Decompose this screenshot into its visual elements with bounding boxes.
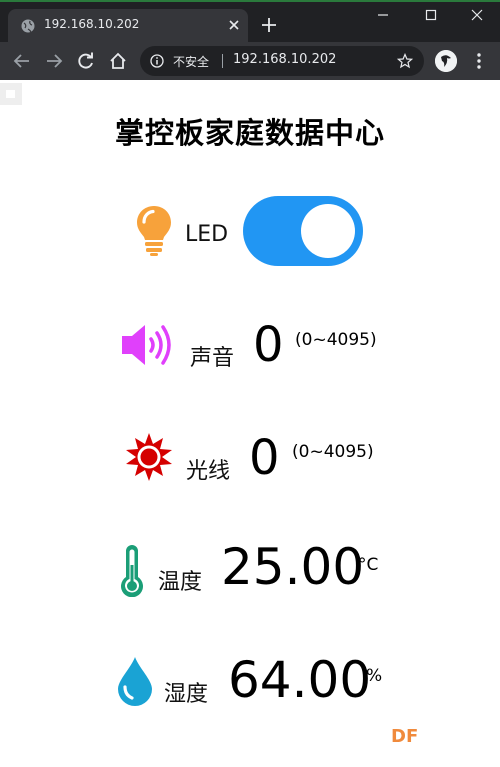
humidity-value: 64.00 [228,651,372,709]
sound-range: (0~4095) [295,330,377,350]
info-icon[interactable] [150,54,164,68]
maximize-icon[interactable] [420,6,442,24]
window-top-accent [0,0,500,2]
page-title: 掌控板家庭数据中心 [114,116,385,150]
speaker-icon [122,325,171,365]
temperature-value: 25.00 [221,538,365,596]
globe-icon [21,19,35,33]
sound-label: 声音 [190,346,235,371]
tab-title: 192.168.10.202 [44,17,140,31]
browser-toolbar: 不安全 192.168.10.202 [0,42,500,80]
home-icon[interactable] [108,51,128,71]
address-separator [222,54,223,68]
humidity-label: 湿度 [164,682,209,707]
sun-icon [126,433,172,481]
toggle-knob [301,204,355,258]
minimize-icon[interactable] [372,6,394,24]
led-label: LED [185,222,229,247]
water-drop-icon [118,657,152,706]
light-value: 0 [249,430,280,486]
bookmark-star-icon[interactable] [397,53,413,69]
close-window-icon[interactable] [466,6,488,24]
browser-titlebar: 192.168.10.202 [0,0,500,42]
temperature-unit: °C [358,555,379,575]
profile-avatar[interactable] [435,50,457,72]
light-range: (0~4095) [292,442,374,462]
security-status: 不安全 [173,55,210,69]
site-watermark: DF [391,726,419,747]
led-toggle-switch[interactable] [243,196,363,266]
reload-icon[interactable] [76,51,96,71]
new-tab-icon[interactable] [260,16,278,34]
more-menu-icon[interactable] [476,52,482,70]
temperature-label: 温度 [158,570,203,595]
avatar-icon [435,50,457,72]
thermometer-icon [121,545,143,597]
back-arrow-icon[interactable] [12,51,32,71]
browser-tab[interactable]: 192.168.10.202 [8,9,248,42]
url-text[interactable]: 192.168.10.202 [233,52,336,67]
lightbulb-icon [137,206,171,256]
light-label: 光线 [186,459,231,484]
address-bar[interactable]: 不安全 192.168.10.202 [140,46,424,76]
close-tab-icon[interactable] [226,17,242,33]
humidity-unit: % [366,666,383,686]
sound-value: 0 [253,317,284,373]
forward-arrow-icon[interactable] [44,51,64,71]
page-corner-widget [0,83,22,105]
